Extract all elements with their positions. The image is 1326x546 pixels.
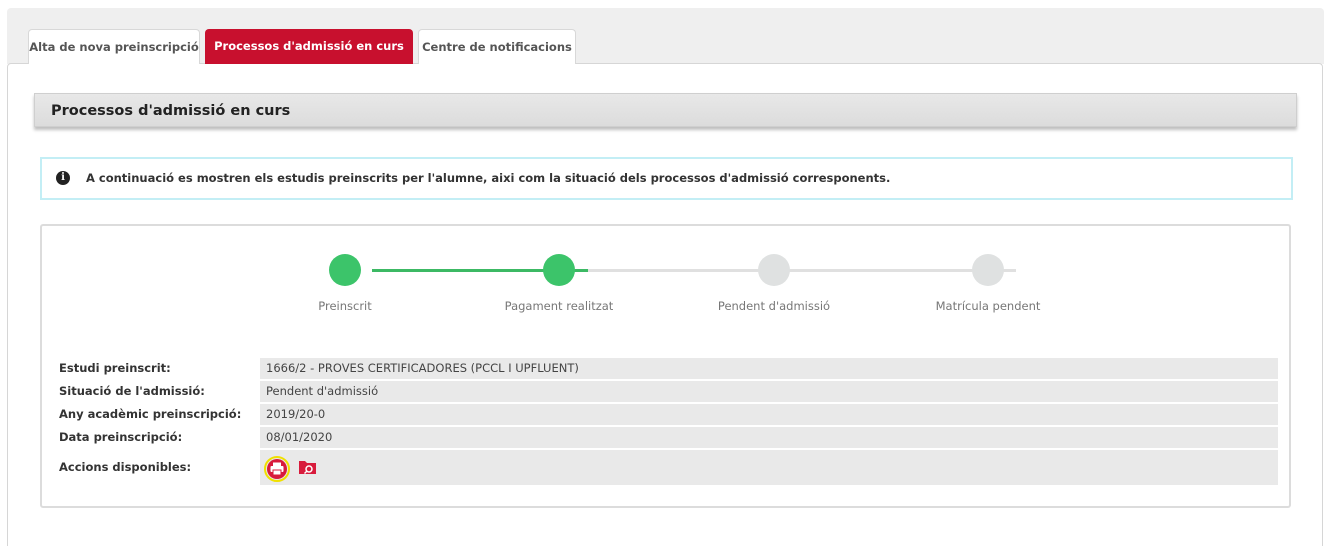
step-dot-pending-admission <box>758 254 790 286</box>
detail-value: 1666/2 - PROVES CERTIFICADORES (PCCL I U… <box>260 358 1278 379</box>
step-dot-preinscrit <box>329 254 361 286</box>
detail-row-academic-year: Any acadèmic preinscripció: 2019/20-0 <box>59 403 1278 426</box>
open-folder-button[interactable] <box>297 456 323 482</box>
folder-search-icon <box>299 461 316 475</box>
step-label-payment: Pagament realitzat <box>504 299 614 313</box>
detail-label: Situació de l'admissió: <box>59 384 205 398</box>
actions-label: Accions disponibles: <box>59 460 192 474</box>
detail-value: 08/01/2020 <box>260 427 1278 448</box>
app-window: Alta de nova preinscripció Processos d'a… <box>0 0 1326 546</box>
info-message: i A continuació es mostren els estudis p… <box>40 157 1293 200</box>
detail-row-actions: Accions disponibles: <box>59 449 1278 486</box>
progress-stepper: Preinscrit Pagament realitzat Pendent d'… <box>42 226 1293 316</box>
step-dot-payment <box>543 254 575 286</box>
step-label-preinscrit: Preinscrit <box>318 299 372 313</box>
info-circle-icon: i <box>56 171 70 185</box>
step-label-pending-enrollment: Matrícula pendent <box>935 299 1041 313</box>
detail-value: 2019/20-0 <box>260 404 1278 425</box>
detail-row-study: Estudi preinscrit: 1666/2 - PROVES CERTI… <box>59 357 1278 380</box>
actions-cell <box>260 450 1278 485</box>
step-dot-pending-enrollment <box>972 254 1004 286</box>
detail-row-date: Data preinscripció: 08/01/2020 <box>59 426 1278 449</box>
print-button[interactable] <box>264 456 290 482</box>
detail-value: Pendent d'admissió <box>260 381 1278 402</box>
tab-admission-processes[interactable]: Processos d'admissió en curs (1) <box>205 29 413 88</box>
section-header: Processos d'admissió en curs <box>34 93 1297 127</box>
detail-label: Data preinscripció: <box>59 430 183 444</box>
printer-icon <box>267 459 287 479</box>
tab-notification-center[interactable]: Centre de notificacions <box>418 29 576 64</box>
details-table: Estudi preinscrit: 1666/2 - PROVES CERTI… <box>59 357 1278 486</box>
step-label-pending-admission: Pendent d'admissió <box>717 299 831 313</box>
section-title: Processos d'admissió en curs <box>51 103 291 119</box>
detail-label: Any acadèmic preinscripció: <box>59 407 242 421</box>
detail-label: Estudi preinscrit: <box>59 361 171 375</box>
info-text: A continuació es mostren els estudis pre… <box>86 171 891 185</box>
admission-card: Preinscrit Pagament realitzat Pendent d'… <box>40 224 1291 508</box>
detail-row-status: Situació de l'admissió: Pendent d'admiss… <box>59 380 1278 403</box>
tab-new-preinscription[interactable]: Alta de nova preinscripció <box>28 29 200 64</box>
